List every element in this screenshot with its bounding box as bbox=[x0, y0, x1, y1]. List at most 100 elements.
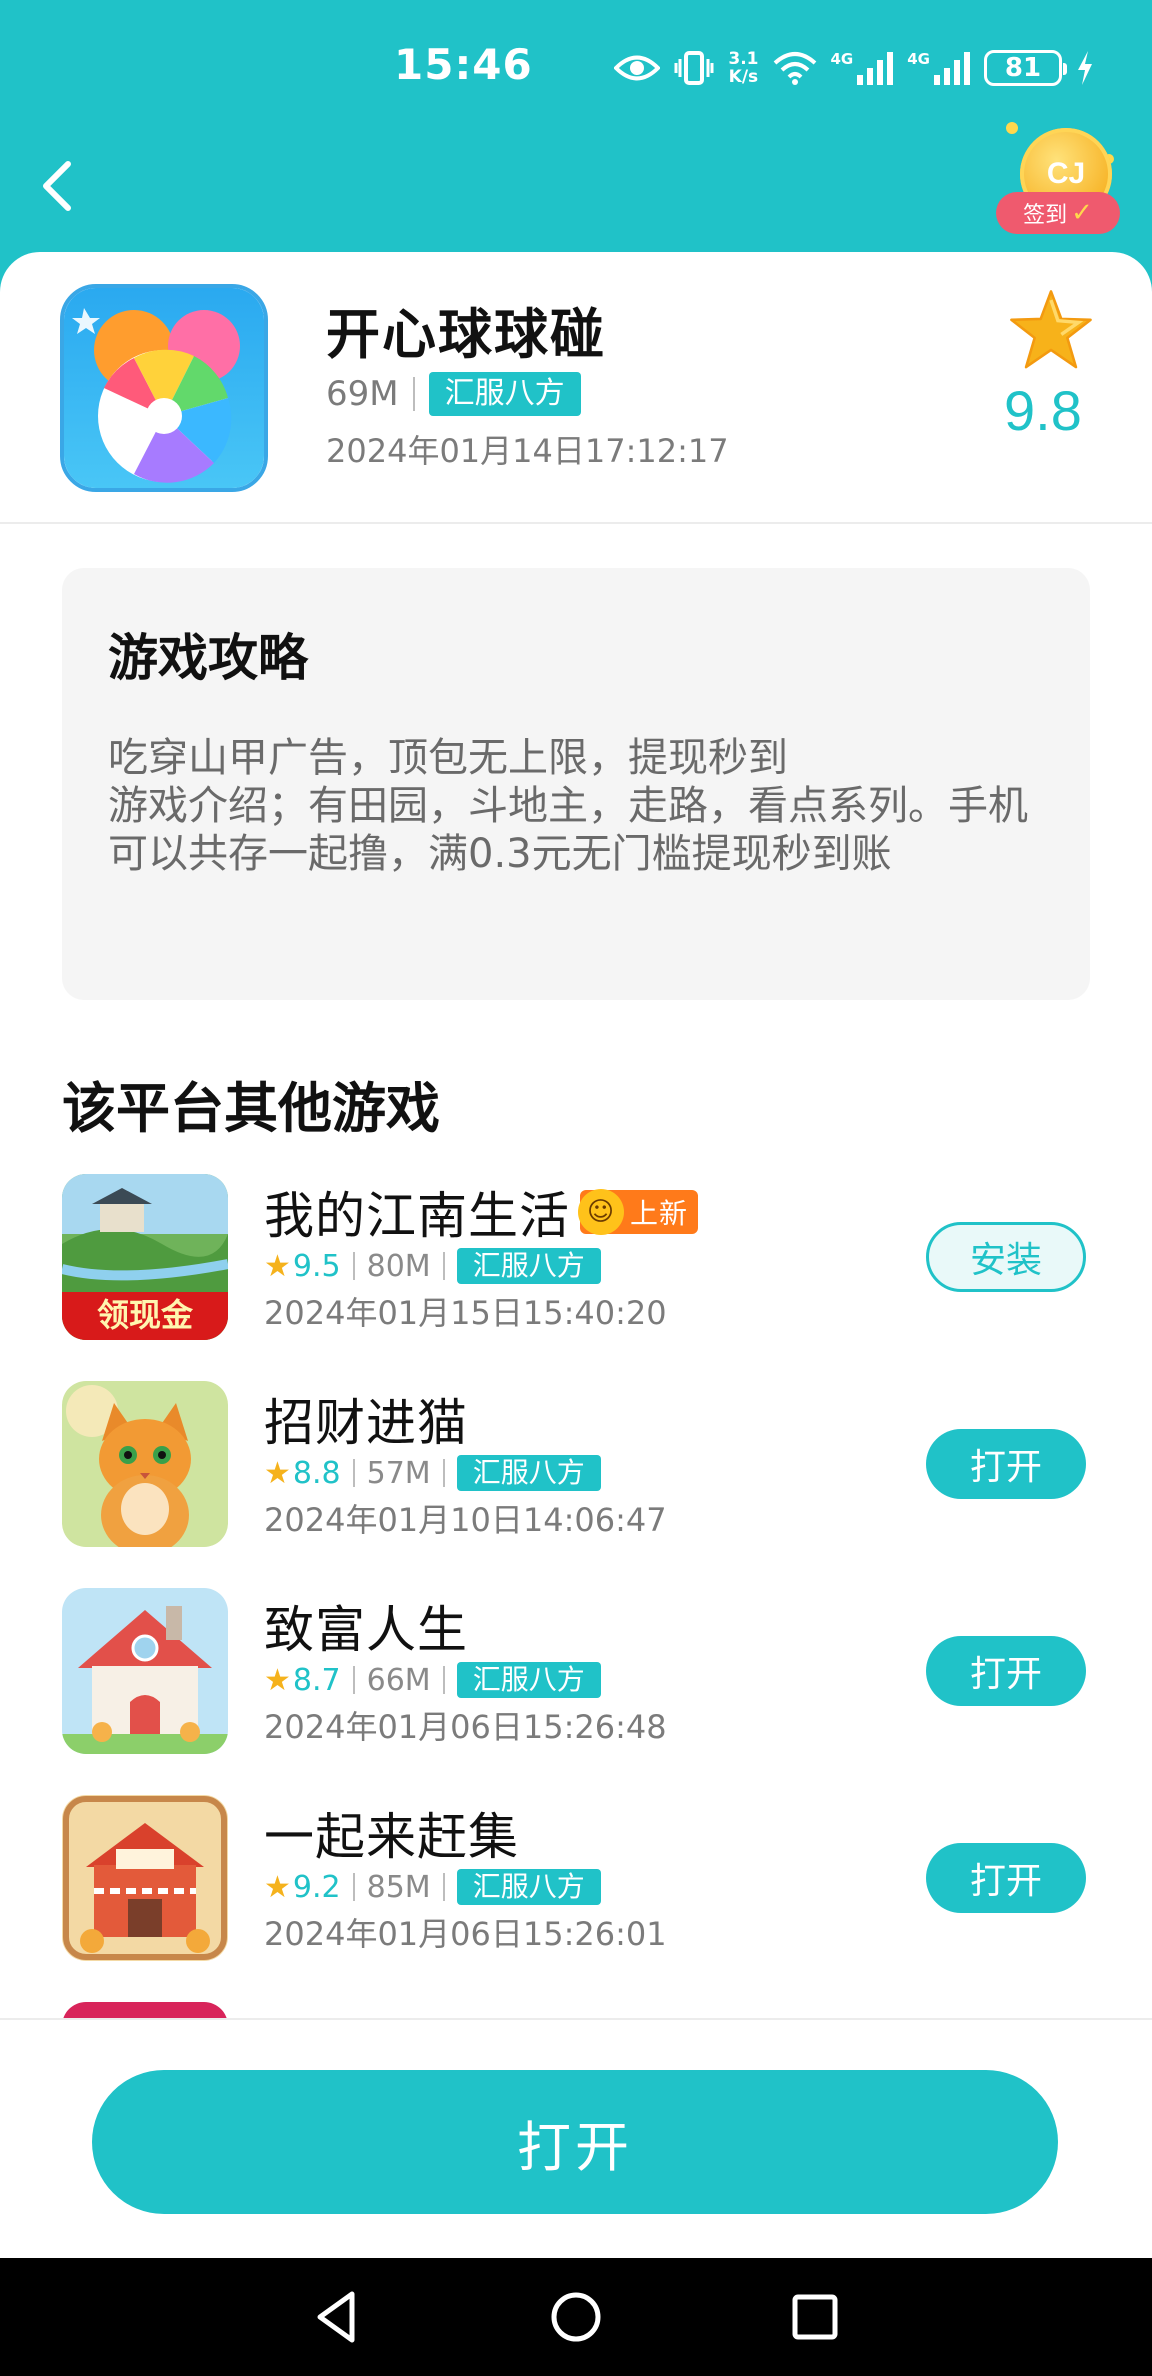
game-size: 85M bbox=[366, 1869, 431, 1905]
game-icon bbox=[62, 1381, 228, 1547]
game-date: 2024年01月10日14:06:47 bbox=[264, 1501, 667, 1539]
app-title: 开心球球碰 bbox=[326, 303, 606, 366]
battery-indicator: 81 bbox=[984, 50, 1067, 86]
net-speed-value: 3.1 bbox=[728, 49, 759, 69]
meta-divider bbox=[352, 1252, 355, 1280]
game-name: 致富人生 bbox=[264, 1590, 468, 1662]
game-platform-tag: 汇服八方 bbox=[456, 1662, 601, 1698]
game-icon-text: 领现金 bbox=[97, 1296, 194, 1334]
app-icon bbox=[60, 284, 268, 492]
app-rating: 9.8 bbox=[1004, 379, 1082, 442]
game-row[interactable]: 领现金 我的江南生活 ☺ 上新 ★ 9.5 80M 汇服八方 2024年01月15… bbox=[0, 1170, 1152, 1350]
open-button[interactable]: 打开 bbox=[926, 1429, 1086, 1499]
game-row[interactable]: 一起来赶集 ★ 9.2 85M 汇服八方 2024年01月06日15:26:01… bbox=[0, 1791, 1152, 1971]
net-speed: 3.1 K/s bbox=[728, 50, 758, 86]
checkin-label: 签到 bbox=[1023, 203, 1068, 228]
wifi-icon bbox=[773, 52, 816, 85]
charging-icon bbox=[1078, 51, 1092, 85]
game-icon bbox=[62, 1795, 228, 1961]
game-rating: 9.2 bbox=[292, 1869, 341, 1905]
laughing-emoji-icon: ☺ bbox=[578, 1189, 624, 1235]
game-row[interactable]: 招财进猫 ★ 8.8 57M 汇服八方 2024年01月10日14:06:47 … bbox=[0, 1377, 1152, 1557]
signal-2-gen: 4G bbox=[907, 50, 930, 68]
new-badge-label: 上新 bbox=[630, 1197, 689, 1230]
game-date: 2024年01月06日15:26:01 bbox=[264, 1915, 667, 1953]
guide-title: 游戏攻略 bbox=[108, 629, 308, 687]
circle-home-icon[interactable] bbox=[541, 2282, 611, 2352]
game-platform-tag: 汇服八方 bbox=[456, 1455, 601, 1491]
game-meta: ★ 8.8 57M 汇服八方 bbox=[264, 1455, 601, 1491]
star-icon: ★ bbox=[264, 1869, 291, 1905]
star-icon: ★ bbox=[264, 1248, 291, 1284]
game-rating: 9.5 bbox=[292, 1248, 341, 1284]
game-icon: 领现金 bbox=[62, 1174, 228, 1340]
game-title: 招财进猫 bbox=[264, 1394, 468, 1452]
coin-text: CJ bbox=[1046, 157, 1086, 190]
meta-divider bbox=[442, 1459, 445, 1487]
game-platform-tag: 汇服八方 bbox=[456, 1248, 601, 1284]
sparkle-icon bbox=[1006, 122, 1018, 134]
game-meta: ★ 9.5 80M 汇服八方 bbox=[264, 1248, 601, 1284]
checkin-button[interactable]: CJ 签到 ✓ bbox=[996, 118, 1124, 238]
section-divider bbox=[0, 522, 1152, 524]
game-size: 66M bbox=[366, 1662, 431, 1698]
square-recents-icon[interactable] bbox=[780, 2282, 850, 2352]
app-meta: 69M 汇服八方 bbox=[326, 372, 581, 416]
game-row-partial[interactable] bbox=[0, 1998, 1152, 2020]
open-app-button[interactable]: 打开 bbox=[92, 2070, 1058, 2214]
game-title: 致富人生 bbox=[264, 1601, 468, 1659]
open-button[interactable]: 打开 bbox=[926, 1636, 1086, 1706]
battery-level: 81 bbox=[1004, 53, 1042, 83]
guide-card: 游戏攻略 吃穿山甲广告，顶包无上限，提现秒到 游戏介绍；有田园，斗地主，走路，看… bbox=[62, 568, 1090, 1000]
other-games-title: 该平台其他游戏 bbox=[62, 1077, 440, 1140]
new-badge: ☺ 上新 bbox=[578, 1189, 699, 1235]
signal-2-icon bbox=[934, 52, 970, 85]
game-date: 2024年01月15日15:40:20 bbox=[264, 1294, 667, 1332]
system-nav-bar bbox=[0, 2258, 1152, 2376]
checkin-tag: 签到 ✓ bbox=[996, 192, 1120, 234]
game-row[interactable]: 致富人生 ★ 8.7 66M 汇服八方 2024年01月06日15:26:48 … bbox=[0, 1584, 1152, 1764]
check-icon: ✓ bbox=[1071, 198, 1093, 228]
signal-1-icon bbox=[857, 52, 894, 85]
app-platform-tag: 汇服八方 bbox=[428, 372, 581, 416]
game-title: 我的江南生活 bbox=[264, 1187, 570, 1245]
game-icon bbox=[62, 1588, 228, 1754]
status-time: 15:46 bbox=[394, 40, 533, 89]
game-name: 一起来赶集 bbox=[264, 1797, 519, 1869]
game-meta: ★ 9.2 85M 汇服八方 bbox=[264, 1869, 601, 1905]
meta-divider bbox=[442, 1873, 445, 1901]
signal-1-gen: 4G bbox=[830, 50, 854, 68]
game-meta: ★ 8.7 66M 汇服八方 bbox=[264, 1662, 601, 1698]
star-icon: ★ bbox=[264, 1455, 291, 1491]
game-name: 我的江南生活 ☺ 上新 bbox=[264, 1176, 699, 1248]
eye-icon bbox=[614, 55, 661, 81]
star-icon: ★ bbox=[264, 1662, 291, 1698]
game-size: 57M bbox=[366, 1455, 431, 1491]
meta-divider bbox=[442, 1666, 445, 1694]
app-size: 69M bbox=[326, 374, 399, 414]
meta-divider bbox=[352, 1459, 355, 1487]
game-title: 一起来赶集 bbox=[264, 1808, 519, 1866]
meta-divider bbox=[352, 1873, 355, 1901]
status-icons: 3.1 K/s 4G 4G 81 bbox=[614, 44, 1094, 92]
open-button[interactable]: 打开 bbox=[926, 1843, 1086, 1913]
meta-divider bbox=[442, 1252, 445, 1280]
meta-divider bbox=[352, 1666, 355, 1694]
game-date: 2024年01月06日15:26:48 bbox=[264, 1708, 667, 1746]
vibrate-icon bbox=[674, 51, 714, 85]
net-speed-unit: K/s bbox=[728, 67, 759, 87]
meta-divider bbox=[412, 377, 415, 411]
triangle-back-icon[interactable] bbox=[302, 2282, 372, 2352]
install-button[interactable]: 安装 bbox=[926, 1222, 1086, 1292]
game-size: 80M bbox=[366, 1248, 431, 1284]
status-bar: 15:46 3.1 K/s 4G 4G 81 bbox=[0, 0, 1152, 130]
guide-text: 吃穿山甲广告，顶包无上限，提现秒到 游戏介绍；有田园，斗地主，走路，看点系列。手… bbox=[108, 735, 1028, 877]
other-games-list: 领现金 我的江南生活 ☺ 上新 ★ 9.5 80M 汇服八方 2024年01月15… bbox=[0, 1170, 1152, 2020]
game-name: 招财进猫 bbox=[264, 1383, 468, 1455]
star-icon bbox=[1010, 290, 1092, 369]
chevron-left-icon bbox=[43, 161, 71, 211]
bottom-action-bar: 打开 bbox=[0, 2018, 1152, 2258]
game-rating: 8.8 bbox=[292, 1455, 341, 1491]
back-button[interactable] bbox=[30, 150, 90, 220]
game-platform-tag: 汇服八方 bbox=[456, 1869, 601, 1905]
